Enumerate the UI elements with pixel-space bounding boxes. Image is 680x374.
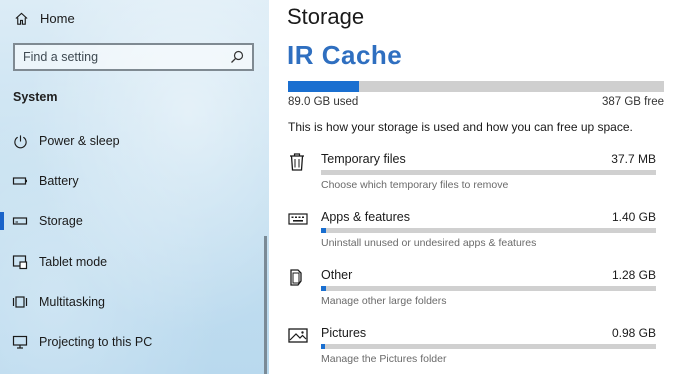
tablet-mode-icon xyxy=(12,254,28,270)
category-apps-features[interactable]: Apps & features 1.40 GB Uninstall unused… xyxy=(288,210,664,258)
category-size: 0.98 GB xyxy=(611,326,656,340)
picture-icon xyxy=(288,326,308,346)
sidebar-scrollbar[interactable] xyxy=(264,236,267,374)
category-usage-fill xyxy=(321,286,326,291)
category-name: Temporary files xyxy=(321,152,406,166)
sidebar-item-power-sleep[interactable]: Power & sleep xyxy=(0,129,264,153)
sidebar-item-storage[interactable]: Storage xyxy=(0,209,264,233)
category-usage-bar xyxy=(321,344,656,349)
storage-description: This is how your storage is used and how… xyxy=(288,120,633,134)
projecting-icon xyxy=(12,334,28,350)
storage-usage-fill xyxy=(288,81,360,92)
sidebar-item-label: Storage xyxy=(39,214,83,228)
category-name: Pictures xyxy=(321,326,367,340)
drive-name: IR Cache xyxy=(287,40,403,70)
search-placeholder: Find a setting xyxy=(23,50,99,64)
home-label: Home xyxy=(40,10,75,26)
category-other[interactable]: Other 1.28 GB Manage other large folders xyxy=(288,268,664,316)
sidebar-item-multitasking[interactable]: Multitasking xyxy=(0,290,264,314)
category-pictures[interactable]: Pictures 0.98 GB Manage the Pictures fol… xyxy=(288,326,664,374)
sidebar-item-label: Power & sleep xyxy=(39,134,120,148)
sidebar-item-label: Battery xyxy=(39,174,79,188)
sidebar-item-label: Projecting to this PC xyxy=(39,335,153,349)
category-description: Choose which temporary files to remove xyxy=(321,179,509,191)
storage-icon xyxy=(12,213,28,229)
category-description: Manage the Pictures folder xyxy=(321,353,447,365)
category-usage-bar xyxy=(321,286,656,291)
free-space-label: 387 GB free xyxy=(601,96,664,108)
section-title: System xyxy=(13,90,58,104)
category-temporary-files[interactable]: Temporary files 37.7 MB Choose which tem… xyxy=(288,152,664,200)
folder-icon xyxy=(288,268,308,288)
search-icon[interactable] xyxy=(230,50,244,64)
category-usage-fill xyxy=(321,344,326,349)
keyboard-icon xyxy=(288,210,308,230)
sidebar-item-battery[interactable]: Battery xyxy=(0,169,264,193)
category-description: Manage other large folders xyxy=(321,295,447,307)
sidebar: Home Find a setting System Power & sleep… xyxy=(0,0,269,374)
main-panel: Storage IR Cache 89.0 GB used 387 GB fre… xyxy=(269,0,680,374)
page-title: Storage xyxy=(287,4,365,29)
category-usage-fill xyxy=(321,228,327,233)
sidebar-item-label: Tablet mode xyxy=(39,255,108,269)
multitasking-icon xyxy=(12,294,28,310)
category-name: Other xyxy=(321,268,353,282)
search-input[interactable]: Find a setting xyxy=(13,43,254,71)
category-usage-bar xyxy=(321,228,656,233)
power-icon xyxy=(12,133,28,149)
category-size: 1.40 GB xyxy=(611,210,656,224)
home-link[interactable]: Home xyxy=(13,9,75,27)
trash-icon xyxy=(288,152,308,172)
used-space-label: 89.0 GB used xyxy=(288,96,359,108)
sidebar-item-tablet-mode[interactable]: Tablet mode xyxy=(0,250,264,274)
category-usage-bar xyxy=(321,170,656,175)
storage-usage-bar[interactable] xyxy=(288,81,664,92)
home-icon xyxy=(13,10,29,26)
category-name: Apps & features xyxy=(321,210,410,224)
category-description: Uninstall unused or undesired apps & fea… xyxy=(321,237,537,249)
sidebar-item-label: Multitasking xyxy=(39,295,105,309)
sidebar-item-projecting[interactable]: Projecting to this PC xyxy=(0,330,264,354)
category-size: 37.7 MB xyxy=(611,152,656,166)
category-size: 1.28 GB xyxy=(611,268,656,282)
battery-icon xyxy=(12,173,28,189)
